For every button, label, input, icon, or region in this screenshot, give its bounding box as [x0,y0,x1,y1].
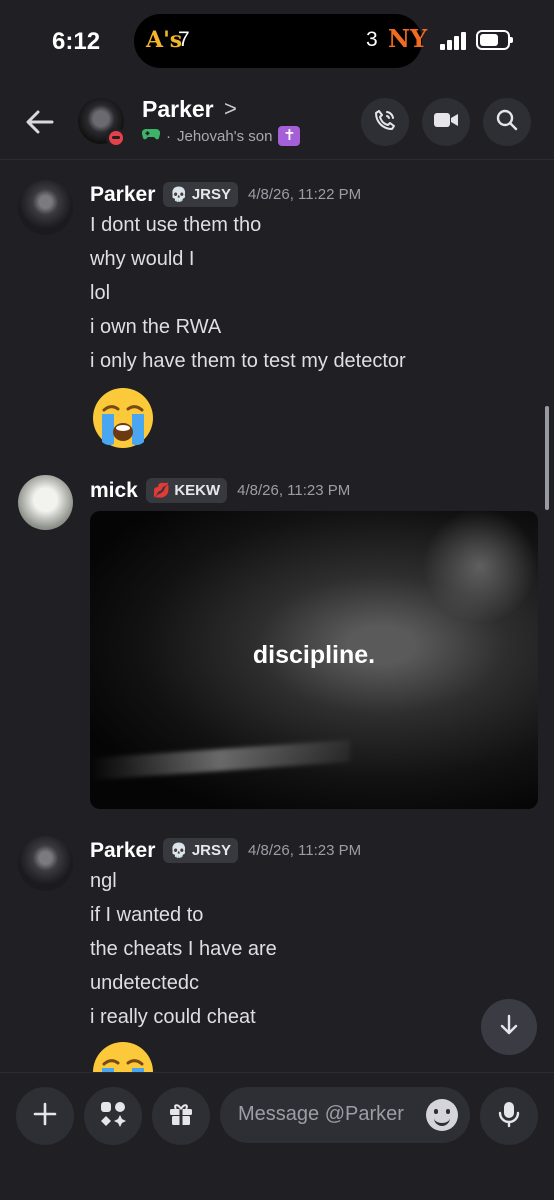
recipient-name[interactable]: Parker [142,96,214,123]
add-attachment-button[interactable] [16,1087,74,1145]
scrollbar[interactable] [545,406,549,510]
avatar[interactable] [18,180,73,235]
status-time: 6:12 [52,28,101,55]
server-tag-label: JRSY [191,186,232,203]
message-text[interactable]: i only have them to test my detector [90,350,406,373]
mets-logo: NY [388,24,428,53]
phone-icon [373,108,397,137]
video-attachment[interactable]: discipline. [90,511,538,809]
video-camera-icon [433,110,459,135]
skull-icon: 💀 [170,186,188,202]
microphone-icon [497,1100,521,1133]
activity-text: Jehovah's son [177,127,273,145]
video-call-button[interactable] [422,98,470,146]
avatar[interactable] [18,475,73,530]
message-text[interactable]: undetectedc [90,972,199,995]
apps-button[interactable] [84,1087,142,1145]
skull-icon: 💀 [170,842,188,858]
loudly-crying-face-icon[interactable] [90,384,156,450]
video-light-glow [420,511,538,621]
message-text[interactable]: if I wanted to [90,904,203,927]
message-text[interactable]: the cheats I have are [90,938,277,961]
cellular-signal-icon [440,32,468,50]
message-text[interactable]: lol [90,282,110,305]
gift-button[interactable] [152,1087,210,1145]
dynamic-island-live-activity[interactable]: A's 7 3 NY [134,14,427,68]
apps-icon [99,1100,127,1133]
message-author[interactable]: Parker [90,839,155,863]
video-light-streak [90,739,350,781]
lips-icon: 💋 [152,482,171,498]
voice-call-button[interactable] [361,98,409,146]
recipient-activity: · Jehovah's son ✝ [141,126,301,146]
team-a-score: 7 [178,28,190,51]
search-button[interactable] [483,98,531,146]
message-text[interactable]: ngl [90,870,117,893]
emoji-picker-icon[interactable] [426,1099,458,1131]
message-timestamp: 4/8/26, 11:23 PM [248,842,362,859]
server-tag-label: KEKW [174,482,221,499]
battery-icon [476,30,513,50]
loudly-crying-face-icon[interactable] [90,1038,156,1072]
message-text[interactable]: i own the RWA [90,316,221,339]
plus-icon [32,1101,58,1132]
search-icon [495,108,519,137]
do-not-disturb-status-icon [106,128,126,148]
cross-badge-icon: ✝ [278,126,301,146]
video-caption: discipline. [252,641,376,669]
message-author[interactable]: mick [90,479,138,503]
message-timestamp: 4/8/26, 11:22 PM [248,186,362,203]
server-tag[interactable]: 💋 KEKW [145,478,228,503]
status-bar: 6:12 A's 7 3 NY [0,0,554,84]
gamepad-icon [141,127,161,145]
avatar[interactable] [18,836,73,891]
gift-icon [168,1101,194,1132]
voice-message-button[interactable] [480,1087,538,1145]
server-tag[interactable]: 💀 JRSY [163,182,239,207]
server-tag-label: JRSY [191,842,232,859]
dm-header: Parker > · Jehovah's son ✝ [0,84,554,160]
message-text[interactable]: I dont use them tho [90,214,261,237]
separator-dot: · [166,127,171,145]
server-tag[interactable]: 💀 JRSY [163,838,239,863]
message-author[interactable]: Parker [90,183,155,207]
message-composer: Message @Parker [0,1072,554,1200]
jump-to-latest-button[interactable] [481,999,537,1055]
arrow-down-icon [497,1013,521,1042]
chevron-right-icon[interactable]: > [224,96,237,122]
back-arrow-icon[interactable] [24,106,56,138]
team-b-score: 3 [366,28,378,51]
message-text[interactable]: why would I [90,248,195,271]
message-text[interactable]: i really could cheat [90,1006,256,1029]
message-input[interactable]: Message @Parker [220,1087,470,1143]
athletics-logo: A's [146,27,183,53]
message-input-placeholder: Message @Parker [238,1103,404,1125]
message-timestamp: 4/8/26, 11:23 PM [237,482,351,499]
